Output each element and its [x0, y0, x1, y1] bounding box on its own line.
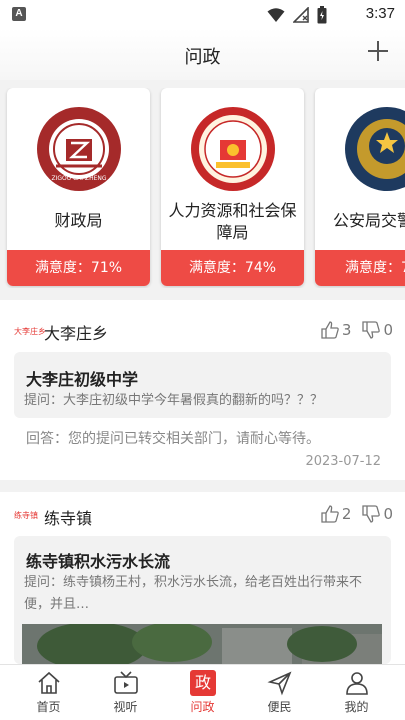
- page-header: 问政: [0, 28, 405, 80]
- question-title: 练寺镇积水污水长流: [26, 552, 171, 571]
- thumbs-up-icon: [321, 321, 339, 339]
- town-name: 练寺镇: [44, 509, 93, 528]
- town-badge: 练寺镇: [14, 511, 38, 520]
- tv-icon: [114, 671, 138, 694]
- dislike-count: 0: [383, 321, 393, 339]
- department-carousel[interactable]: ZIGOU CAI ZHENG 财政局 满意度：71% 人力资源和社会保障局 满…: [0, 88, 405, 288]
- department-card-traffic-police[interactable]: 公安局交警 满意度：7: [315, 88, 405, 286]
- tab-label: 首页: [36, 700, 61, 714]
- dislike-button[interactable]: 0: [361, 320, 393, 340]
- thumbs-up-icon: [321, 505, 339, 523]
- human-resources-bureau-logo: [191, 107, 275, 191]
- like-button[interactable]: 3: [320, 320, 352, 340]
- tab-services[interactable]: 便民: [239, 665, 320, 720]
- question-post[interactable]: 大李庄乡 大李庄乡 3 0 大李庄初级中学 提问：大李庄初级中学今年暑假真的翻新…: [0, 300, 405, 480]
- no-signal-icon: [293, 7, 309, 23]
- finance-bureau-logo: ZIGOU CAI ZHENG: [37, 107, 121, 191]
- question-text: 提问：大李庄初级中学今年暑假真的翻新的吗？？？: [24, 393, 324, 408]
- vote-group: 3 0: [320, 320, 393, 340]
- inquiry-icon: 政: [190, 670, 216, 696]
- tab-label: 我的: [344, 700, 369, 714]
- dislike-count: 0: [383, 505, 393, 523]
- send-icon: [267, 671, 292, 696]
- satisfaction-rate: 满意度：74%: [161, 250, 304, 286]
- home-icon: [38, 671, 60, 694]
- post-date: 2023-07-12: [305, 454, 381, 469]
- tab-label: 便民: [267, 700, 292, 714]
- user-icon: [346, 672, 368, 695]
- question-title: 大李庄初级中学: [26, 370, 139, 389]
- town-name: 大李庄乡: [44, 324, 109, 343]
- status-time: 3:37: [365, 5, 395, 22]
- status-icons: [267, 6, 327, 24]
- thumbs-down-icon: [362, 505, 381, 523]
- department-name: 人力资源和社会保障局: [168, 201, 297, 242]
- town-badge: 大李庄乡: [14, 327, 46, 336]
- app-notification-icon: A: [12, 7, 26, 21]
- dislike-button[interactable]: 0: [361, 504, 393, 524]
- department-card-human-resources[interactable]: 人力资源和社会保障局 满意度：74%: [161, 88, 304, 286]
- tab-label: 问政: [190, 700, 215, 714]
- question-text: 提问：练寺镇杨王村，积水污水长流，给老百姓出行带来不便，并且…: [24, 575, 363, 612]
- tab-profile[interactable]: 我的: [316, 665, 397, 720]
- vote-group: 2 0: [320, 504, 393, 524]
- answer-text: 回答：您的提问已转交相关部门，请耐心等待。: [26, 431, 320, 447]
- police-badge-logo: [345, 107, 405, 191]
- like-count: 2: [341, 505, 352, 523]
- thumbs-down-icon: [362, 321, 381, 339]
- satisfaction-rate: 满意度：7: [315, 250, 405, 286]
- finance-logo-text: ZIGOU CAI ZHENG: [51, 175, 106, 182]
- satisfaction-rate: 满意度：71%: [7, 250, 150, 286]
- like-count: 3: [341, 321, 352, 339]
- like-button[interactable]: 2: [320, 504, 352, 524]
- department-name: 财政局: [54, 211, 103, 230]
- bottom-tab-bar: 首页 视听 政 问政 便民 我的: [0, 664, 405, 720]
- tab-home[interactable]: 首页: [8, 665, 89, 720]
- add-icon[interactable]: [365, 38, 391, 64]
- tab-label: 视听: [113, 700, 138, 714]
- department-card-finance[interactable]: ZIGOU CAI ZHENG 财政局 满意度：71%: [7, 88, 150, 286]
- tab-inquiry[interactable]: 政 问政: [162, 665, 243, 720]
- battery-icon: [317, 6, 327, 24]
- status-bar: A 3:37: [0, 0, 405, 28]
- page-title: 问政: [184, 47, 221, 68]
- department-name: 公安局交警: [333, 211, 405, 230]
- question-box[interactable]: 大李庄初级中学 提问：大李庄初级中学今年暑假真的翻新的吗？？？: [14, 352, 391, 418]
- wifi-icon: [267, 8, 285, 22]
- tab-audiovisual[interactable]: 视听: [85, 665, 166, 720]
